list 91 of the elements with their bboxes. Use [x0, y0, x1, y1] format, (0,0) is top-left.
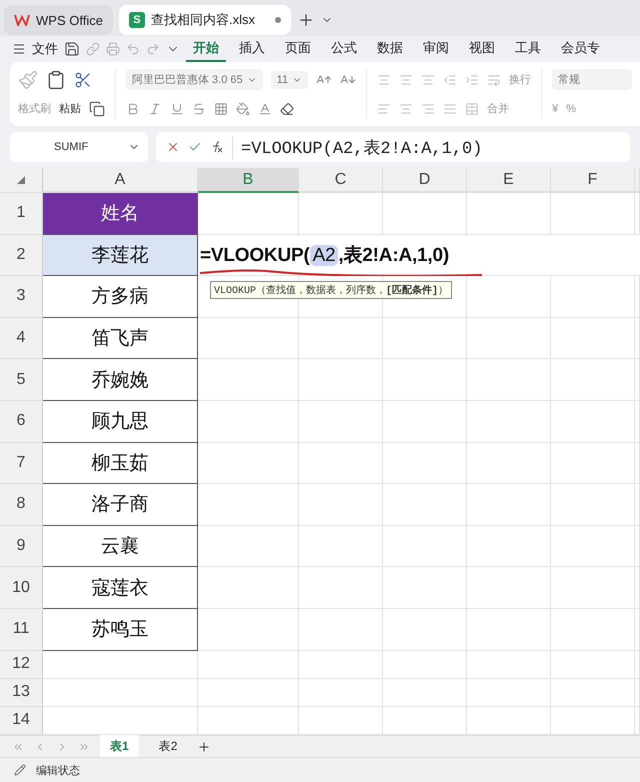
row-header[interactable]: 14 [0, 706, 43, 735]
align-bottom-icon[interactable] [421, 72, 436, 86]
column-header[interactable]: E [467, 168, 551, 193]
row-header[interactable]: 13 [0, 678, 43, 707]
fill-color-icon[interactable] [236, 102, 250, 116]
formula-input[interactable]: =VLOOKUP(A2,表2!A:A,1,0) [156, 132, 630, 162]
triangle-icon [17, 176, 25, 184]
ribbon-tab[interactable]: 会员专 [554, 36, 607, 62]
select-all-corner[interactable] [0, 168, 43, 193]
strikethrough-icon[interactable] [192, 102, 206, 116]
spreadsheet-icon: S [128, 12, 145, 28]
eraser-icon[interactable] [280, 102, 294, 116]
font-size-select[interactable]: 11 [270, 70, 308, 88]
ribbon-tab[interactable]: 视图 [462, 36, 502, 62]
table-cell: 姓名 [43, 193, 198, 235]
align-center-icon[interactable] [399, 102, 414, 116]
undo-icon[interactable] [126, 42, 140, 56]
window-tab[interactable]: S 查找相同内容.xlsx [118, 5, 291, 35]
logo-icon [14, 14, 30, 26]
link-icon[interactable] [86, 42, 100, 56]
window-tab[interactable]: WPS Office [4, 5, 113, 35]
unsaved-dot-icon [274, 17, 281, 23]
row-header[interactable]: 5 [0, 359, 43, 401]
row-header[interactable]: 6 [0, 400, 43, 443]
redo-icon[interactable] [146, 42, 160, 56]
table-cell: 笛飞声 [43, 318, 198, 360]
align-middle-icon[interactable] [399, 72, 414, 86]
outdent-icon[interactable] [443, 72, 458, 86]
row-header[interactable]: 11 [0, 608, 43, 651]
column-header[interactable]: C [299, 168, 383, 193]
menu-icon[interactable] [12, 42, 26, 56]
bold-icon[interactable] [126, 102, 140, 116]
table-cell: 柳玉茹 [43, 442, 198, 484]
row-header[interactable]: 12 [0, 650, 43, 679]
align-top-icon[interactable] [377, 72, 392, 86]
table-cell: 洛子商 [43, 484, 198, 526]
align-left-icon[interactable] [377, 102, 392, 116]
borders-icon[interactable] [214, 102, 228, 116]
scissors-icon[interactable] [74, 70, 92, 88]
table-cell: 方多病 [43, 276, 198, 318]
sheet-tab[interactable]: 表1 [100, 735, 139, 758]
copy-icon[interactable] [89, 100, 105, 116]
formula-text: =VLOOKUP(A2,表2!A:A,1,0) [232, 136, 482, 158]
column-header[interactable]: A [43, 168, 198, 193]
printer-icon[interactable] [106, 42, 120, 56]
column-header[interactable]: D [383, 168, 467, 193]
file-menu[interactable]: 文件 [32, 40, 58, 58]
merge-icon[interactable] [465, 102, 480, 116]
ribbon-tab[interactable]: 数据 [370, 36, 410, 62]
row-header[interactable]: 3 [0, 276, 43, 318]
row-header[interactable]: 1 [0, 193, 43, 235]
row-header[interactable]: 4 [0, 318, 43, 360]
align-right-icon[interactable] [421, 102, 436, 116]
font-color-icon[interactable] [258, 102, 272, 116]
underline-icon[interactable] [170, 102, 184, 116]
table-cell: 李莲花 [43, 234, 198, 276]
table-cell: 乔婉娩 [43, 359, 198, 401]
column-header[interactable]: B [198, 168, 299, 193]
cancel-icon[interactable] [166, 140, 180, 154]
clipboard-icon[interactable] [46, 70, 66, 90]
name-box[interactable]: SUMIF [10, 132, 148, 162]
column-header[interactable]: F [551, 168, 635, 193]
indent-icon[interactable] [465, 72, 480, 86]
ribbon-tab[interactable]: 工具 [508, 36, 548, 62]
justify-icon[interactable] [443, 102, 458, 116]
paste-button[interactable]: 粘贴 [59, 101, 81, 116]
wrap-text-icon[interactable] [487, 72, 502, 86]
sheet-tab[interactable]: 表2 [148, 735, 188, 758]
ribbon-tab[interactable]: 公式 [324, 36, 364, 62]
table-cell: 寇莲衣 [43, 567, 198, 609]
ribbon-tab[interactable]: 页面 [278, 36, 318, 62]
function-tooltip: VLOOKUP（查找值，数据表，列序数，[匹配条件]） [210, 281, 452, 300]
status-text: 编辑状态 [36, 764, 80, 778]
table-cell: 苏鸣玉 [43, 608, 198, 651]
row-header[interactable]: 2 [0, 234, 43, 276]
row-header[interactable]: 7 [0, 442, 43, 484]
function-icon[interactable] [210, 140, 224, 154]
ribbon-tab[interactable]: 插入 [232, 36, 272, 62]
add-sheet-icon[interactable] [197, 740, 212, 754]
table-cell: 顾九思 [43, 400, 198, 443]
italic-icon[interactable] [148, 102, 162, 116]
number-format-select[interactable]: 常规 [552, 69, 632, 90]
save-icon[interactable] [64, 41, 80, 57]
row-header[interactable]: 9 [0, 526, 43, 568]
row-header[interactable]: 8 [0, 484, 43, 526]
row-header[interactable]: 10 [0, 567, 43, 609]
cell-editor[interactable]: =VLOOKUP(A2,表2!A:A,1,0) [200, 242, 449, 268]
font-name-select[interactable]: 阿里巴巴普惠体 3.0 65 [126, 69, 263, 90]
table-cell: 云襄 [43, 526, 198, 568]
ribbon-tab[interactable]: 审阅 [416, 36, 456, 62]
paintbrush-icon[interactable] [18, 70, 38, 90]
